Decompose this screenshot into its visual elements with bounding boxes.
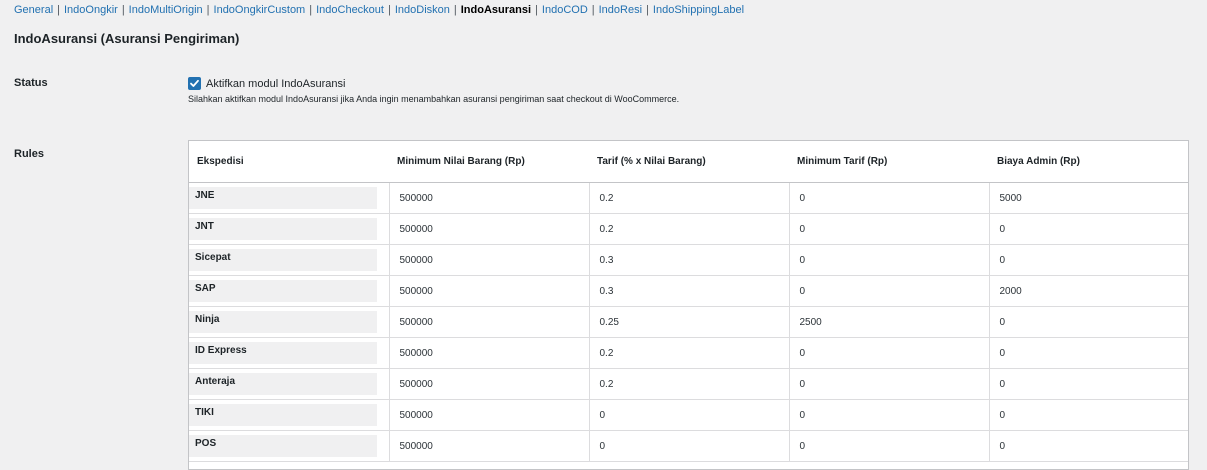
nav-link-indoasuransi: IndoAsuransi <box>460 4 532 16</box>
nav-link-general[interactable]: General <box>14 4 53 16</box>
courier-name: ID Express <box>189 342 377 364</box>
module-subnav: General | IndoOngkir | IndoMultiOrigin | IndoO… <box>14 4 744 17</box>
min-tarif-input[interactable]: 2500 <box>788 306 989 338</box>
biaya-admin-input[interactable]: 5000 <box>988 182 1188 214</box>
rule-row: TIKI 500000 0 0 0 <box>189 399 1188 431</box>
rule-row: Ninja 500000 0.25 2500 0 <box>189 306 1188 338</box>
nav-link-indodiskon[interactable]: IndoDiskon <box>395 4 450 16</box>
rules-table-container: Ekspedisi Minimum Nilai Barang (Rp) Tari… <box>188 140 1189 470</box>
min-tarif-input[interactable]: 0 <box>788 244 989 276</box>
rule-row: Anteraja 500000 0.2 0 0 <box>189 368 1188 400</box>
header-minimum-nilai-barang: Minimum Nilai Barang (Rp) <box>389 141 589 183</box>
enable-module-checkbox[interactable] <box>188 77 201 90</box>
nav-link-indocod[interactable]: IndoCOD <box>542 4 588 16</box>
checkmark-icon <box>190 79 199 87</box>
tarif-input[interactable]: 0 <box>588 430 789 462</box>
min-nilai-barang-input[interactable]: 500000 <box>388 275 589 307</box>
nav-link-indoshippinglabel[interactable]: IndoShippingLabel <box>653 4 744 16</box>
tarif-input[interactable]: 0 <box>588 399 789 431</box>
nav-separator: | <box>121 4 125 16</box>
nav-separator: | <box>57 4 60 16</box>
courier-cell: TIKI <box>189 399 389 431</box>
rule-row: ID Express 500000 0.2 0 0 <box>189 337 1188 369</box>
courier-name: JNE <box>189 187 377 209</box>
courier-cell: Anteraja <box>189 368 389 400</box>
rules-label: Rules <box>14 148 44 160</box>
min-tarif-input[interactable]: 0 <box>788 213 989 245</box>
rules-header-row: Ekspedisi Minimum Nilai Barang (Rp) Tari… <box>189 141 1188 183</box>
tarif-input[interactable]: 0.2 <box>588 182 789 214</box>
header-biaya-admin: Biaya Admin (Rp) <box>989 141 1188 183</box>
tarif-input[interactable]: 0.2 <box>588 368 789 400</box>
min-nilai-barang-input[interactable]: 500000 <box>388 337 589 369</box>
min-tarif-input[interactable]: 0 <box>788 430 989 462</box>
nav-separator: | <box>309 4 313 16</box>
tarif-input[interactable]: 0.25 <box>588 306 789 338</box>
courier-name: Ninja <box>189 311 377 333</box>
nav-separator: | <box>646 4 649 16</box>
tarif-input[interactable]: 0.3 <box>588 275 789 307</box>
status-label: Status <box>14 77 48 89</box>
min-nilai-barang-input[interactable]: 500000 <box>388 182 589 214</box>
nav-link-indocheckout[interactable]: IndoCheckout <box>316 4 384 16</box>
enable-module-label[interactable]: Aktifkan modul IndoAsuransi <box>206 78 345 90</box>
min-tarif-input[interactable]: 0 <box>788 182 989 214</box>
tarif-input[interactable]: 0.3 <box>588 244 789 276</box>
courier-name: JNT <box>189 218 377 240</box>
courier-cell: JNT <box>189 213 389 245</box>
rule-row: POS 500000 0 0 0 <box>189 430 1188 462</box>
courier-cell: Ninja <box>189 306 389 338</box>
header-ekspedisi: Ekspedisi <box>189 141 389 183</box>
nav-separator: | <box>535 4 538 16</box>
page-title: IndoAsuransi (Asuransi Pengiriman) <box>14 31 240 46</box>
nav-link-indoongkir[interactable]: IndoOngkir <box>64 4 118 16</box>
min-tarif-input[interactable]: 0 <box>788 275 989 307</box>
tarif-input[interactable]: 0.2 <box>588 213 789 245</box>
nav-link-indoongkircustom[interactable]: IndoOngkirCustom <box>214 4 306 16</box>
courier-name: TIKI <box>189 404 377 426</box>
biaya-admin-input[interactable]: 2000 <box>988 275 1188 307</box>
min-nilai-barang-input[interactable]: 500000 <box>388 213 589 245</box>
rules-table: Ekspedisi Minimum Nilai Barang (Rp) Tari… <box>189 141 1188 462</box>
courier-cell: POS <box>189 430 389 462</box>
min-nilai-barang-input[interactable]: 500000 <box>388 306 589 338</box>
biaya-admin-input[interactable]: 0 <box>988 213 1188 245</box>
min-nilai-barang-input[interactable]: 500000 <box>388 244 589 276</box>
courier-cell: Sicepat <box>189 244 389 276</box>
nav-separator: | <box>387 4 391 16</box>
rule-row: Sicepat 500000 0.3 0 0 <box>189 244 1188 276</box>
status-description: Silahkan aktifkan modul IndoAsuransi jik… <box>188 94 680 104</box>
min-nilai-barang-input[interactable]: 500000 <box>388 430 589 462</box>
nav-separator: | <box>453 4 457 16</box>
biaya-admin-input[interactable]: 0 <box>988 430 1188 462</box>
courier-cell: SAP <box>189 275 389 307</box>
min-tarif-input[interactable]: 0 <box>788 399 989 431</box>
min-tarif-input[interactable]: 0 <box>788 337 989 369</box>
courier-cell: JNE <box>189 182 389 214</box>
nav-separator: | <box>206 4 210 16</box>
courier-name: SAP <box>189 280 377 302</box>
min-tarif-input[interactable]: 0 <box>788 368 989 400</box>
biaya-admin-input[interactable]: 0 <box>988 337 1188 369</box>
rule-row: JNT 500000 0.2 0 0 <box>189 213 1188 245</box>
biaya-admin-input[interactable]: 0 <box>988 368 1188 400</box>
courier-name: Sicepat <box>189 249 377 271</box>
min-nilai-barang-input[interactable]: 500000 <box>388 368 589 400</box>
courier-name: Anteraja <box>189 373 377 395</box>
biaya-admin-input[interactable]: 0 <box>988 244 1188 276</box>
nav-link-indomultiorigin[interactable]: IndoMultiOrigin <box>129 4 203 16</box>
courier-cell: ID Express <box>189 337 389 369</box>
min-nilai-barang-input[interactable]: 500000 <box>388 399 589 431</box>
header-minimum-tarif: Minimum Tarif (Rp) <box>789 141 989 183</box>
nav-separator: | <box>591 4 595 16</box>
biaya-admin-input[interactable]: 0 <box>988 399 1188 431</box>
rule-row: SAP 500000 0.3 0 2000 <box>189 275 1188 307</box>
rule-row: JNE 500000 0.2 0 5000 <box>189 182 1188 214</box>
biaya-admin-input[interactable]: 0 <box>988 306 1188 338</box>
tarif-input[interactable]: 0.2 <box>588 337 789 369</box>
nav-link-indoresi[interactable]: IndoResi <box>599 4 642 16</box>
header-tarif: Tarif (% x Nilai Barang) <box>589 141 789 183</box>
courier-name: POS <box>189 435 377 457</box>
